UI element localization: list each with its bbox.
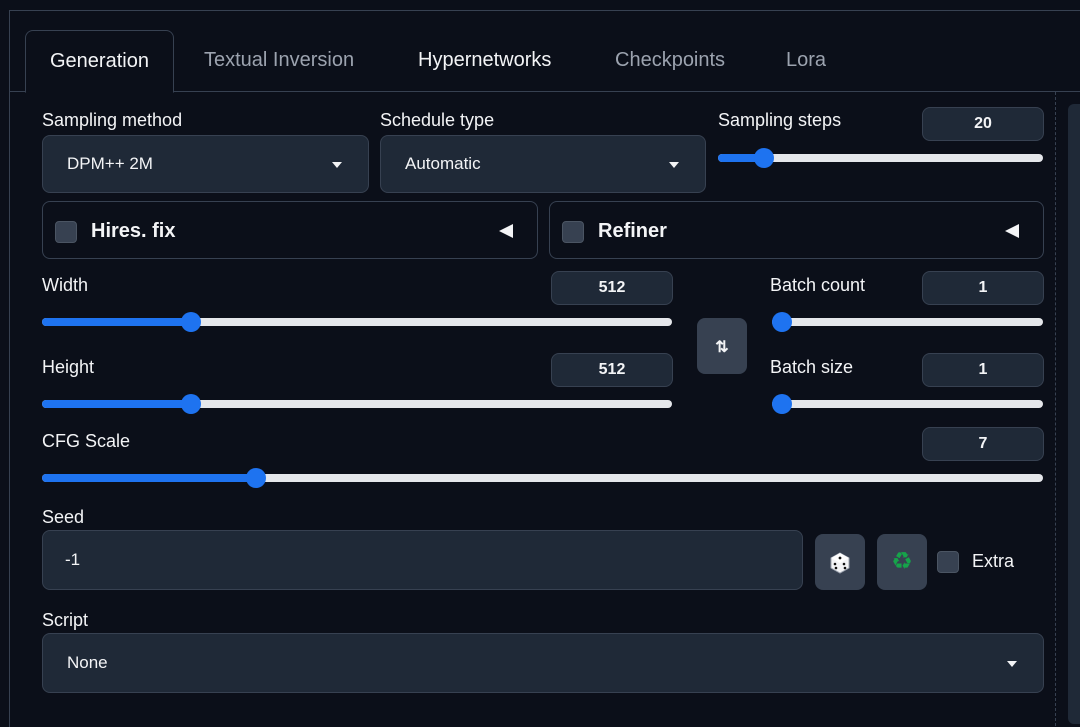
slider-thumb[interactable] xyxy=(246,468,267,488)
reuse-seed-button[interactable]: ♻ xyxy=(877,534,927,590)
batch-size-input[interactable]: 1 xyxy=(922,353,1044,387)
right-panel-scroll xyxy=(1068,104,1080,724)
refiner-label: Refiner xyxy=(598,220,667,242)
refiner-accordion[interactable]: Refiner xyxy=(549,201,1044,259)
height-slider[interactable] xyxy=(42,394,672,414)
dice-icon xyxy=(830,552,850,574)
sampling-method-dropdown[interactable]: DPM++ 2M xyxy=(42,135,369,193)
seed-label: Seed xyxy=(42,507,85,527)
tab-lora[interactable]: Lora xyxy=(762,30,850,91)
slider-thumb[interactable] xyxy=(772,312,792,332)
seed-value: -1 xyxy=(65,550,81,569)
schedule-type-value: Automatic xyxy=(405,154,481,173)
sampling-method-label: Sampling method xyxy=(42,110,183,130)
hires-fix-label: Hires. fix xyxy=(91,220,176,242)
width-label: Width xyxy=(42,275,89,295)
swap-dimensions-icon: ⇅ xyxy=(715,339,729,356)
collapse-arrow-icon[interactable] xyxy=(499,224,513,238)
tab-textual-inversion[interactable]: Textual Inversion xyxy=(180,30,378,91)
swap-dimensions-button[interactable]: ⇅ xyxy=(697,318,747,374)
slider-thumb[interactable] xyxy=(180,312,201,332)
script-label: Script xyxy=(42,610,89,630)
extra-label: Extra xyxy=(972,551,1015,571)
cfg-scale-input[interactable]: 7 xyxy=(922,427,1044,461)
width-slider[interactable] xyxy=(42,312,672,332)
chevron-down-icon xyxy=(332,162,342,168)
random-seed-button[interactable] xyxy=(815,534,865,590)
batch-size-slider[interactable] xyxy=(772,394,1043,414)
width-input[interactable]: 512 xyxy=(551,271,673,305)
sampling-steps-label: Sampling steps xyxy=(718,110,842,130)
extra-checkbox[interactable] xyxy=(937,551,959,573)
schedule-type-dropdown[interactable]: Automatic xyxy=(380,135,706,193)
batch-count-input[interactable]: 1 xyxy=(922,271,1044,305)
batch-count-label: Batch count xyxy=(770,275,866,295)
hires-fix-accordion[interactable]: Hires. fix xyxy=(42,201,538,259)
cfg-scale-slider[interactable] xyxy=(42,468,1043,488)
height-input[interactable]: 512 xyxy=(551,353,673,387)
refiner-checkbox[interactable] xyxy=(562,221,584,243)
cfg-scale-label: CFG Scale xyxy=(42,431,131,451)
sampling-steps-input[interactable]: 20 xyxy=(922,107,1044,141)
tab-hypernetworks[interactable]: Hypernetworks xyxy=(394,30,575,91)
collapse-arrow-icon[interactable] xyxy=(1005,224,1019,238)
script-value: None xyxy=(67,653,108,672)
script-dropdown[interactable]: None xyxy=(42,633,1044,693)
recycle-icon: ♻ xyxy=(891,548,913,575)
slider-thumb[interactable] xyxy=(180,394,201,414)
slider-thumb[interactable] xyxy=(753,148,774,168)
sampling-steps-slider[interactable] xyxy=(718,148,1043,168)
seed-input[interactable]: -1 xyxy=(42,530,803,590)
schedule-type-label: Schedule type xyxy=(380,110,495,130)
batch-size-label: Batch size xyxy=(770,357,854,377)
right-panel-edge xyxy=(1055,92,1080,726)
batch-count-slider[interactable] xyxy=(772,312,1043,332)
chevron-down-icon xyxy=(1007,661,1017,667)
slider-thumb[interactable] xyxy=(772,394,792,414)
tab-checkpoints[interactable]: Checkpoints xyxy=(591,30,749,91)
tab-generation[interactable]: Generation xyxy=(25,30,174,93)
chevron-down-icon xyxy=(669,162,679,168)
sampling-method-value: DPM++ 2M xyxy=(67,154,153,173)
height-label: Height xyxy=(42,357,95,377)
hires-fix-checkbox[interactable] xyxy=(55,221,77,243)
